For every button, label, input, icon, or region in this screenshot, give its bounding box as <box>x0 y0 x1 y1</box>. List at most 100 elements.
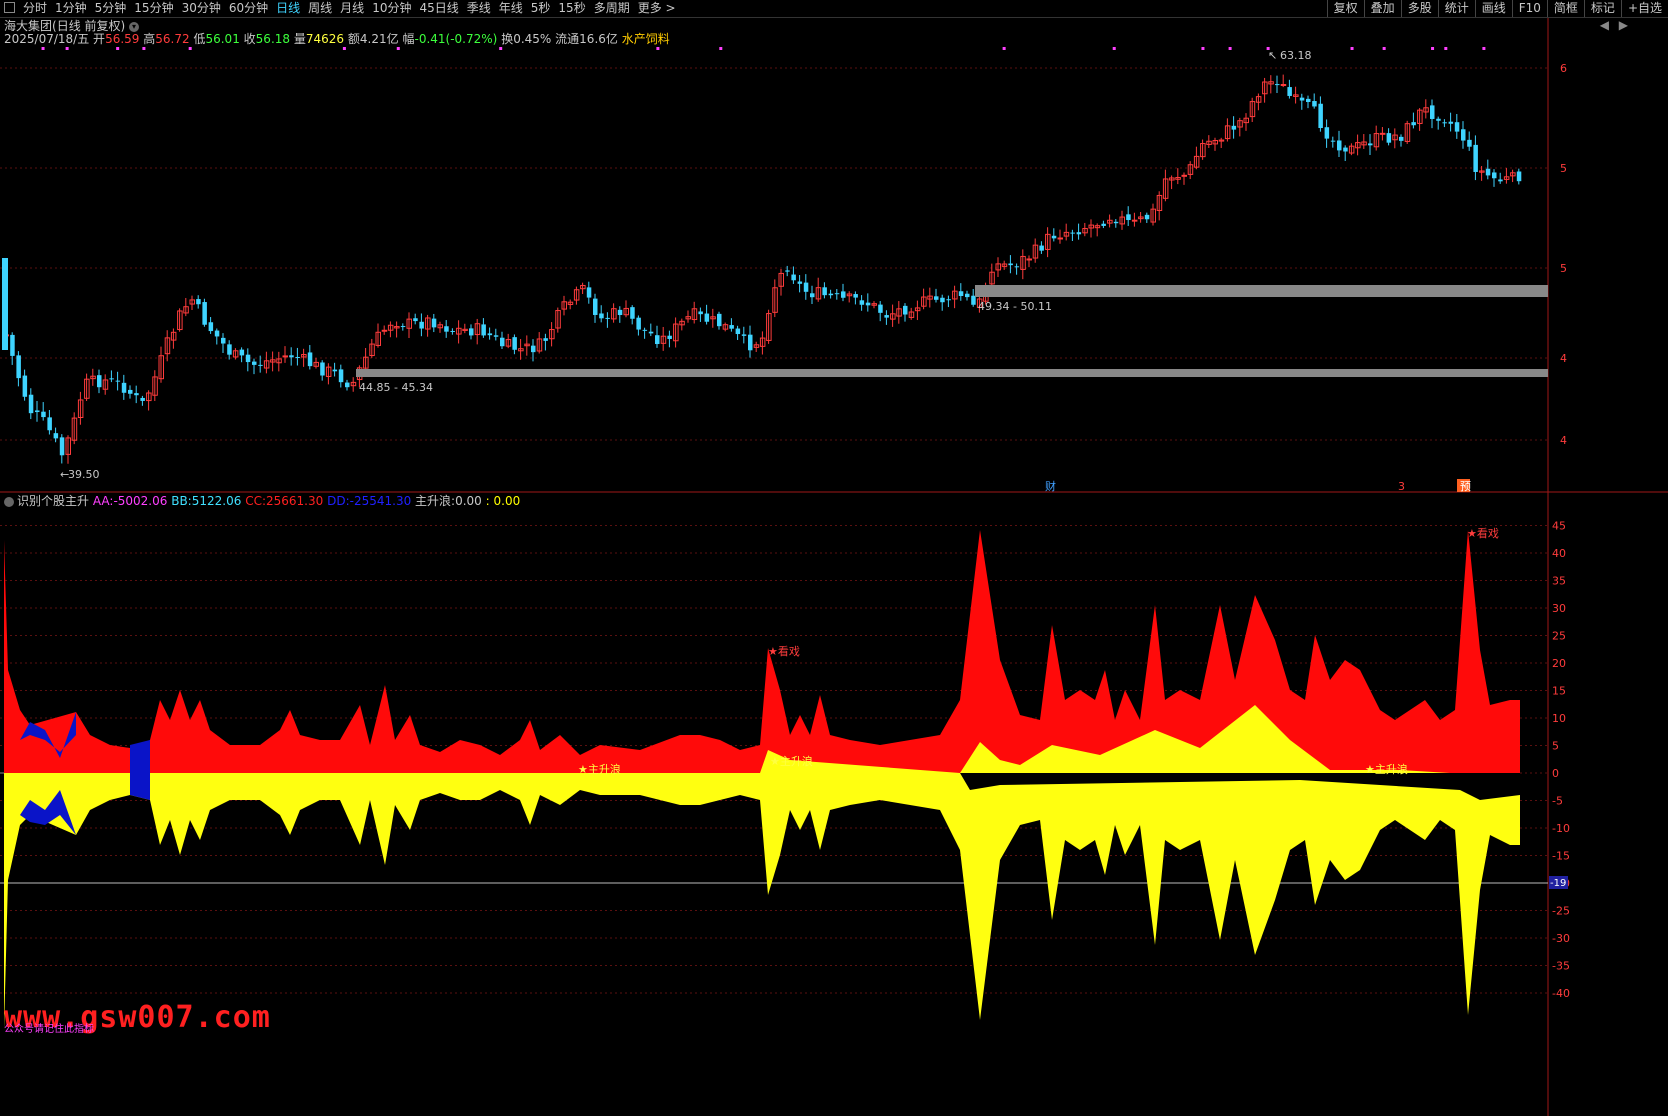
candle-body <box>469 328 474 335</box>
candle-body <box>959 291 964 296</box>
zs-value-2: : 0.00 <box>486 494 521 508</box>
candle-body <box>593 299 598 315</box>
candle-body <box>1275 84 1280 85</box>
candle-body <box>444 326 449 331</box>
candle-body <box>258 365 263 366</box>
candle-body <box>1498 179 1503 181</box>
candle-body <box>41 412 46 417</box>
candle-body <box>481 324 486 335</box>
indicator-axis-label: 25 <box>1552 630 1566 643</box>
indicator-axis-label: 30 <box>1552 602 1566 615</box>
candle-body <box>382 330 387 331</box>
indicator-axis-label: 20 <box>1552 657 1566 670</box>
candle-body <box>1070 233 1075 234</box>
candle-body <box>742 334 747 335</box>
candle-body <box>10 335 15 356</box>
candle-body <box>1306 99 1311 102</box>
indicator-annotation: ★主升浪 <box>1365 762 1408 776</box>
kline-chart[interactable]: 6 5 5 4 4 44.85 - 45.34 49.34 - 50.11 39.50← 63.… <box>0 0 1668 1116</box>
candle-body <box>419 322 424 329</box>
bb-value: 5122.06 <box>192 494 242 508</box>
signal-dot <box>1201 47 1204 50</box>
indicator-axis-label: 10 <box>1552 712 1566 725</box>
dd-label: DD: <box>327 494 350 508</box>
candle-body <box>791 275 796 281</box>
candle-body <box>215 331 220 337</box>
zs-label: 主升浪: <box>415 494 455 508</box>
candle-body <box>866 303 871 306</box>
candle-body <box>1380 133 1385 134</box>
candle-body <box>134 393 139 395</box>
signal-dot <box>1351 47 1354 50</box>
high-arrow-icon: ↖ <box>1268 49 1277 62</box>
candle-body <box>785 270 790 271</box>
bb-label: BB: <box>171 494 192 508</box>
candle-body <box>345 383 350 388</box>
event-marker: 财 <box>1045 479 1056 493</box>
price-axis-label: 4 <box>1560 352 1567 365</box>
event-marker: 预 <box>1460 480 1471 493</box>
signal-dot <box>189 47 192 50</box>
candle-body <box>1312 101 1317 106</box>
candle-body <box>1300 98 1305 101</box>
candle-body <box>1486 169 1491 176</box>
price-axis-label: 5 <box>1560 162 1567 175</box>
candle-body <box>23 376 28 397</box>
candle-body <box>1387 133 1392 143</box>
candle-body <box>450 331 455 332</box>
signal-dot <box>499 47 502 50</box>
support-zone-label: 49.34 - 50.11 <box>978 300 1052 313</box>
candle-body <box>698 311 703 314</box>
candle-body <box>1368 143 1373 145</box>
candle-body <box>35 410 40 412</box>
candle-body <box>1077 232 1082 234</box>
candle-body <box>1455 122 1460 131</box>
candle-body <box>1145 215 1150 219</box>
price-axis-label: 4 <box>1560 434 1567 447</box>
indicator-menu-icon[interactable] <box>4 497 14 507</box>
indicator-header: 识别个股主升 AA:-5002.06 BB:5122.06 CC:25661.3… <box>4 494 520 508</box>
indicator-axis-label: 45 <box>1552 520 1566 533</box>
candle-body <box>227 344 232 354</box>
candle-body <box>54 433 59 438</box>
candle-body <box>1411 122 1416 125</box>
indicator-axis-label: -30 <box>1552 932 1570 945</box>
candle-body <box>1052 236 1057 239</box>
candle-body <box>940 298 945 302</box>
candle-body <box>1473 145 1478 172</box>
candle-body <box>500 338 505 346</box>
signal-dot <box>1003 47 1006 50</box>
candle-body <box>636 318 641 330</box>
indicator-annotation: ★看戏 <box>768 644 800 658</box>
low-marker: 39.50 <box>68 468 100 481</box>
high-marker: 63.18 <box>1280 49 1312 62</box>
candle-body <box>339 369 344 382</box>
candle-body <box>1027 259 1032 260</box>
candle-body <box>1399 137 1404 141</box>
indicator-axis-label: 5 <box>1552 740 1559 753</box>
cursor-value: -19 <box>1550 878 1566 889</box>
support-zone <box>975 285 1548 297</box>
candle-body <box>196 299 201 304</box>
indicator-axis-label: -15 <box>1552 850 1570 863</box>
indicator-annotation: ★主升浪 <box>578 762 621 776</box>
candle-body <box>543 338 548 341</box>
candle-body <box>240 350 245 356</box>
candle-body <box>822 287 827 295</box>
candle-body <box>946 299 951 300</box>
indicator-axis-label: -35 <box>1552 960 1570 973</box>
blue-area <box>130 740 150 800</box>
signal-dot <box>142 47 145 50</box>
indicator-name[interactable]: 识别个股主升 <box>17 494 89 508</box>
indicator-axis-label: -5 <box>1552 795 1563 808</box>
signal-dot <box>397 47 400 50</box>
cc-area <box>4 530 1520 773</box>
price-axis-label: 6 <box>1560 62 1567 75</box>
candle-body <box>209 322 214 331</box>
low-arrow-icon: ← <box>60 468 69 481</box>
candle-body <box>128 390 133 394</box>
candle-body <box>1132 220 1137 221</box>
candle-body <box>109 378 114 379</box>
candle-body <box>512 337 517 350</box>
candle-body <box>934 296 939 299</box>
